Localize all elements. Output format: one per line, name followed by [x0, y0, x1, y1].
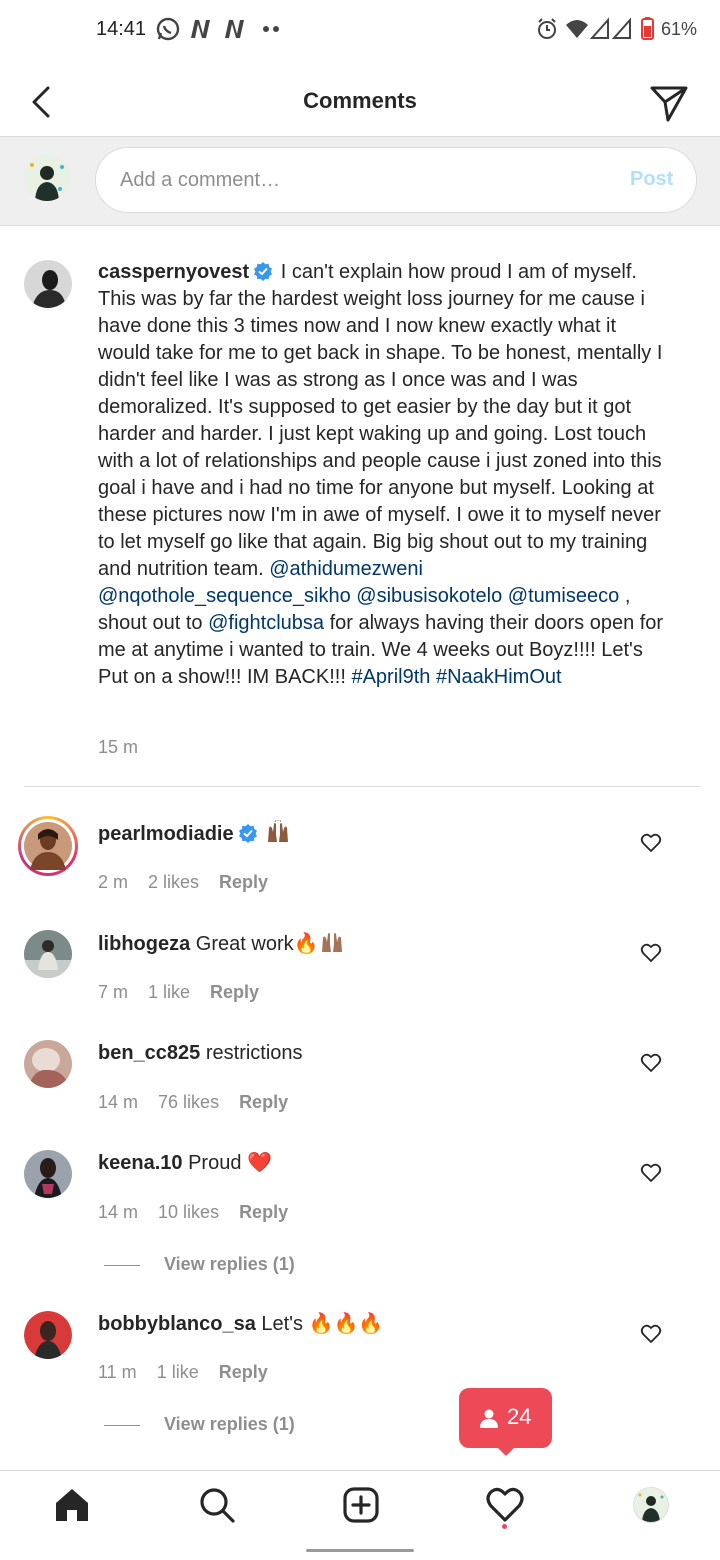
comment-time: 14 m	[98, 1092, 139, 1112]
post-button[interactable]: Post	[630, 168, 673, 191]
comment-time: 11 m	[98, 1362, 137, 1382]
whatsapp-icon	[156, 17, 180, 41]
raised-hands-emoji-icon	[268, 820, 289, 842]
comment-username[interactable]: bobbyblanco_sa	[98, 1313, 256, 1335]
comment-text: pearlmodiadie	[98, 820, 618, 848]
person-icon	[480, 1409, 498, 1428]
like-heart-icon[interactable]	[640, 1323, 662, 1345]
activity-heart-icon[interactable]	[485, 1485, 525, 1525]
view-replies-button[interactable]: View replies (1)	[104, 1254, 295, 1275]
reply-button[interactable]: Reply	[239, 1092, 288, 1112]
comment-avatar[interactable]	[24, 1040, 72, 1088]
comment-likes[interactable]: 2 likes	[148, 872, 199, 892]
header-bar: Comments	[0, 60, 720, 138]
notification-count: 24	[507, 1404, 532, 1429]
comment-username[interactable]: keena.10	[98, 1152, 183, 1174]
caption-divider	[24, 786, 700, 787]
like-heart-icon[interactable]	[640, 1162, 662, 1184]
new-post-icon[interactable]	[341, 1485, 381, 1525]
battery-icon	[641, 17, 654, 40]
page-title: Comments	[303, 88, 417, 113]
netflix-icon	[191, 20, 210, 38]
hashtag-naakhimout[interactable]: #NaakHimOut	[436, 666, 562, 688]
signal-icon	[590, 17, 609, 39]
bottom-navigation	[0, 1470, 720, 1537]
wifi-icon	[566, 20, 588, 38]
battery-percentage: 61%	[661, 19, 698, 39]
share-send-icon[interactable]	[646, 80, 690, 124]
hashtag-april9th[interactable]: #April9th	[351, 666, 430, 688]
comment-text: ben_cc825 restrictions	[98, 1040, 618, 1067]
comment-username[interactable]: pearlmodiadie	[98, 823, 234, 845]
view-replies-line	[104, 1264, 140, 1266]
comment-avatar[interactable]	[24, 1150, 72, 1198]
comment-likes[interactable]: 1 like	[157, 1362, 199, 1382]
like-heart-icon[interactable]	[640, 1052, 662, 1074]
comment-body: Proud ❤️	[188, 1152, 272, 1174]
reply-button[interactable]: Reply	[210, 982, 259, 1002]
activity-notification-dot	[502, 1524, 507, 1529]
netflix-icon-2	[225, 20, 244, 38]
comment-meta: 7 m 1 like Reply	[98, 982, 279, 1003]
caption-text: casspernyovest I can't explain how proud…	[98, 259, 668, 691]
follower-notification-bubble[interactable]: 24	[459, 1388, 552, 1448]
system-home-indicator[interactable]	[306, 1549, 414, 1552]
caption-author-avatar[interactable]	[24, 260, 72, 308]
comment-meta: 14 m 76 likes Reply	[98, 1092, 308, 1113]
like-heart-icon[interactable]	[640, 832, 662, 854]
reply-button[interactable]: Reply	[219, 872, 268, 892]
comment-text: keena.10 Proud ❤️	[98, 1150, 618, 1177]
comment-username[interactable]: ben_cc825	[98, 1042, 200, 1064]
view-replies-button[interactable]: View replies (1)	[104, 1414, 295, 1435]
comment-likes[interactable]: 1 like	[148, 982, 190, 1002]
comment-username[interactable]: libhogeza	[98, 933, 190, 955]
notification-bubble-tail	[496, 1446, 516, 1456]
verified-badge-icon	[254, 262, 273, 281]
more-notifications-icon	[263, 26, 279, 32]
like-heart-icon[interactable]	[640, 942, 662, 964]
status-time: 14:41	[96, 18, 147, 40]
search-icon[interactable]	[197, 1485, 237, 1525]
view-replies-label: View replies (1)	[164, 1414, 295, 1434]
mention-athidumezweni[interactable]: @athidumezweni	[269, 558, 423, 580]
caption-meta: 15 m	[98, 737, 158, 758]
raised-hands-emoji-icon	[321, 933, 342, 952]
signal-icon-2	[612, 17, 631, 39]
mention-tumiseeco[interactable]: @tumiseeco	[508, 585, 619, 607]
verified-badge-icon	[238, 824, 257, 843]
comment-meta: 14 m 10 likes Reply	[98, 1202, 308, 1223]
comment-avatar[interactable]	[24, 1311, 72, 1359]
my-avatar[interactable]	[24, 155, 70, 201]
caption-username[interactable]: casspernyovest	[98, 261, 249, 283]
comment-text: libhogeza Great work🔥	[98, 930, 618, 958]
reply-button[interactable]: Reply	[239, 1202, 288, 1222]
status-bar: 14:41 61%	[0, 0, 720, 60]
home-icon[interactable]	[52, 1485, 92, 1525]
profile-avatar-tab[interactable]	[633, 1487, 669, 1523]
comment-input[interactable]	[95, 147, 697, 213]
alarm-icon	[538, 18, 556, 39]
comment-text: bobbyblanco_sa Let's 🔥🔥🔥	[98, 1311, 618, 1338]
reply-button[interactable]: Reply	[219, 1362, 268, 1382]
comment-compose-bar: Post	[0, 137, 720, 226]
comment-body: Let's 🔥🔥🔥	[261, 1313, 384, 1335]
comment-time: 7 m	[98, 982, 129, 1002]
comment-meta: 11 m 1 like Reply	[98, 1362, 288, 1383]
view-replies-label: View replies (1)	[164, 1254, 295, 1274]
comment-likes[interactable]: 10 likes	[158, 1202, 219, 1222]
comment-time: 2 m	[98, 872, 129, 892]
comment-time: 14 m	[98, 1202, 139, 1222]
mention-nqothole-sequence-sikho[interactable]: @nqothole_sequence_sikho	[98, 585, 351, 607]
comment-body: restrictions	[205, 1042, 303, 1064]
comment-avatar[interactable]	[24, 930, 72, 978]
comment-likes[interactable]: 76 likes	[158, 1092, 219, 1112]
mention-fightclubsa[interactable]: @fightclubsa	[208, 612, 324, 634]
view-replies-line	[104, 1424, 140, 1426]
comment-body: Great work🔥	[195, 933, 319, 955]
comment-meta: 2 m 2 likes Reply	[98, 872, 288, 893]
caption-body: I can't explain how proud I am of myself…	[98, 261, 663, 580]
caption-time: 15 m	[98, 737, 139, 757]
mention-sibusisokotelo[interactable]: @sibusisokotelo	[356, 585, 502, 607]
comment-avatar[interactable]	[18, 816, 78, 876]
